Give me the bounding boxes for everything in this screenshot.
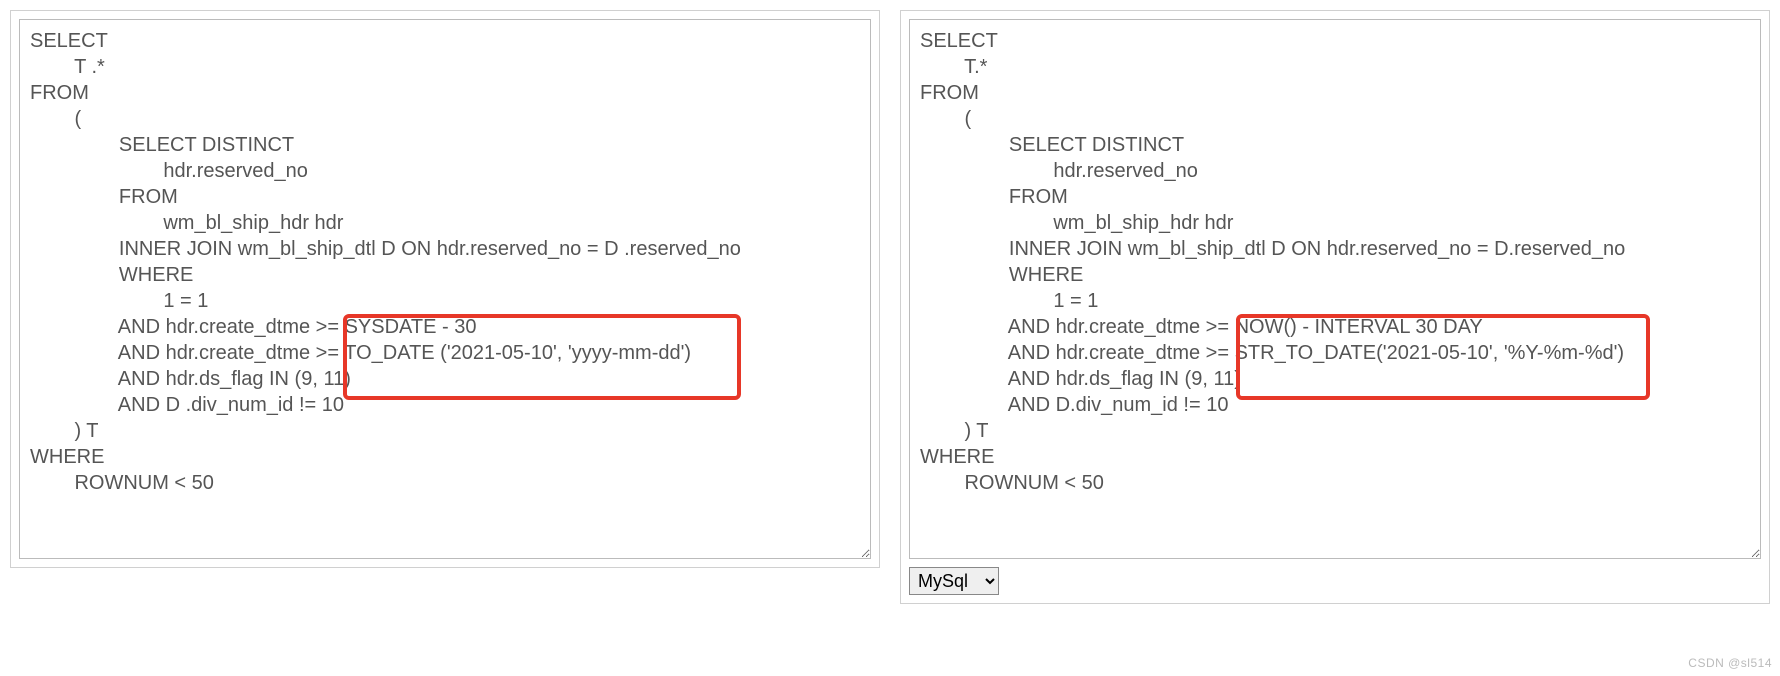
comparison-container: SELECT T .* FROM ( SELECT DISTINCT hdr.r… xyxy=(0,0,1780,676)
oracle-sql-pane: SELECT T .* FROM ( SELECT DISTINCT hdr.r… xyxy=(10,10,880,568)
db-type-select[interactable]: MySql xyxy=(909,567,999,595)
mysql-sql-pane: SELECT T.* FROM ( SELECT DISTINCT hdr.re… xyxy=(900,10,1770,604)
watermark-text: CSDN @sl514 xyxy=(1688,656,1772,670)
db-select-row: MySql xyxy=(909,567,1761,595)
oracle-sql-textarea[interactable]: SELECT T .* FROM ( SELECT DISTINCT hdr.r… xyxy=(19,19,871,559)
mysql-sql-textarea[interactable]: SELECT T.* FROM ( SELECT DISTINCT hdr.re… xyxy=(909,19,1761,559)
mysql-highlight-box xyxy=(1236,314,1650,400)
oracle-highlight-box xyxy=(343,314,741,400)
